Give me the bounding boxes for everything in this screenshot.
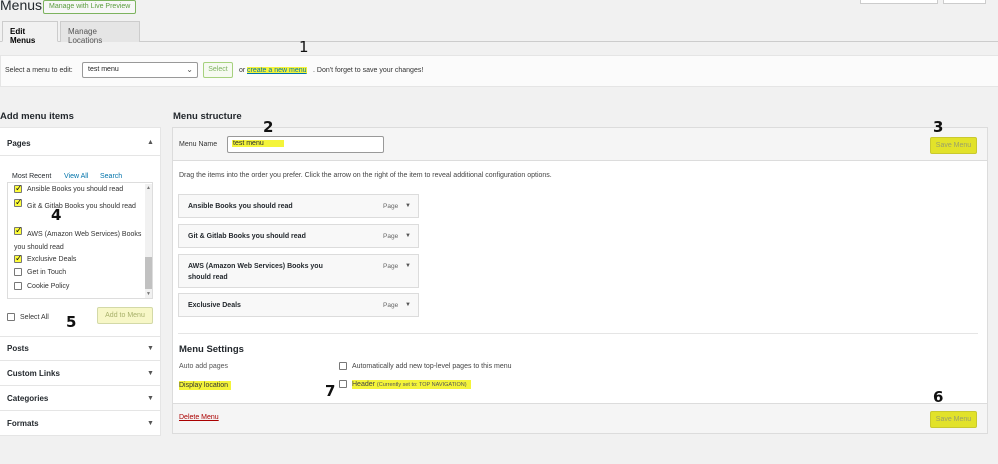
header-location-option: Header (Currently set to: TOP NAVIGATION…: [352, 380, 471, 389]
menu-item[interactable]: Ansible Books you should read Page ▼: [178, 194, 419, 218]
header-location-label: Header: [352, 381, 375, 388]
menu-settings-heading: Menu Settings: [179, 344, 244, 355]
expand-down-icon[interactable]: ▼: [147, 370, 154, 377]
help-button[interactable]: [943, 0, 986, 4]
display-location-label: Display location: [179, 381, 232, 390]
page-checkbox[interactable]: [14, 268, 22, 276]
menu-footer-bar: [172, 403, 988, 434]
menu-item-type: Page: [383, 302, 399, 309]
collapse-up-icon[interactable]: ▲: [147, 139, 154, 146]
annotation-marker: 6: [933, 388, 944, 406]
page-label: AWS (Amazon Web Services) Books you shou…: [14, 231, 142, 251]
scroll-down-icon[interactable]: ▼: [146, 291, 151, 297]
menu-name-input[interactable]: test menu: [227, 136, 384, 153]
page-checkbox[interactable]: [14, 282, 22, 290]
delete-menu-link[interactable]: Delete Menu: [179, 414, 219, 421]
selected-menu-value: test menu: [88, 66, 119, 73]
menu-item-title: AWS (Amazon Web Services) Books you shou…: [188, 263, 323, 281]
screen-options-button[interactable]: [860, 0, 938, 4]
header-location-checkbox[interactable]: [339, 380, 347, 388]
expand-down-icon[interactable]: ▼: [405, 302, 411, 308]
or-text: or: [239, 67, 246, 74]
menu-item[interactable]: AWS (Amazon Web Services) Books you shou…: [178, 254, 419, 288]
scrollbar-thumb[interactable]: [145, 257, 152, 289]
select-all-label: Select All: [20, 314, 49, 321]
page-label: Get in Touch: [27, 269, 67, 276]
page-label: Git & Gitlab Books you should read: [27, 203, 136, 210]
save-menu-button-top[interactable]: Save Menu: [930, 137, 977, 154]
select-menu-label: Select a menu to edit:: [5, 67, 73, 74]
add-menu-items-heading: Add menu items: [0, 111, 74, 122]
menu-item[interactable]: Git & Gitlab Books you should read Page …: [178, 224, 419, 248]
accordion-custom-links[interactable]: Custom Links: [7, 369, 60, 378]
menu-item-title: Git & Gitlab Books you should read: [188, 233, 306, 240]
save-reminder-text: . Don't forget to save your changes!: [313, 67, 424, 74]
expand-down-icon[interactable]: ▼: [147, 345, 154, 352]
auto-add-checkbox[interactable]: [339, 362, 347, 370]
expand-down-icon[interactable]: ▼: [147, 420, 154, 427]
create-new-menu-link[interactable]: create a new menu: [247, 67, 307, 74]
tab-search[interactable]: Search: [100, 173, 122, 180]
menu-select-dropdown[interactable]: test menu ⌄: [82, 62, 198, 78]
annotation-marker: 7: [325, 382, 336, 400]
divider: [178, 333, 978, 334]
expand-down-icon[interactable]: ▼: [147, 395, 154, 402]
tab-view-all[interactable]: View All: [64, 173, 88, 180]
menu-item-type: Page: [383, 233, 399, 240]
tab-most-recent[interactable]: Most Recent: [12, 173, 51, 180]
page-checkbox[interactable]: [14, 183, 23, 194]
annotation-marker: 5: [66, 313, 77, 331]
divider: [0, 336, 161, 337]
tabs-divider: [0, 41, 998, 42]
menu-name-label: Menu Name: [179, 141, 218, 148]
select-all-checkbox[interactable]: [7, 313, 15, 321]
page-label: Ansible Books you should read: [27, 186, 124, 193]
auto-add-text: Automatically add new top-level pages to…: [352, 363, 512, 370]
drag-instructions: Drag the items into the order you prefer…: [179, 172, 552, 179]
page-label: Cookie Policy: [27, 283, 70, 290]
menu-item-type: Page: [383, 263, 399, 270]
annotation-marker: 3: [933, 118, 944, 136]
scroll-up-icon[interactable]: ▲: [146, 185, 151, 191]
select-button[interactable]: Select: [203, 62, 233, 78]
annotation-marker: 2: [263, 118, 274, 136]
accordion-formats[interactable]: Formats: [7, 419, 39, 428]
menu-item-title: Exclusive Deals: [188, 302, 241, 309]
add-to-menu-button[interactable]: Add to Menu: [97, 307, 153, 324]
tab-edit-menus[interactable]: Edit Menus: [2, 21, 58, 45]
menu-item-title: Ansible Books you should read: [188, 203, 293, 210]
divider: [0, 410, 161, 411]
header-location-note: (Currently set to: TOP NAVIGATION): [376, 382, 467, 388]
auto-add-label: Auto add pages: [179, 363, 229, 370]
menu-item[interactable]: Exclusive Deals Page ▼: [178, 293, 419, 317]
chevron-down-icon: ⌄: [186, 65, 193, 74]
accordion-posts[interactable]: Posts: [7, 344, 29, 353]
divider: [0, 385, 161, 386]
tab-manage-locations[interactable]: Manage Locations: [60, 21, 140, 45]
expand-down-icon[interactable]: ▼: [405, 203, 411, 209]
save-menu-button-bottom[interactable]: Save Menu: [930, 411, 977, 428]
menu-structure-heading: Menu structure: [173, 111, 242, 122]
accordion-categories[interactable]: Categories: [7, 394, 48, 403]
page-checkbox[interactable]: [14, 253, 23, 264]
page-title: Menus: [0, 0, 43, 13]
annotation-marker: 4: [51, 206, 62, 224]
expand-down-icon[interactable]: ▼: [405, 233, 411, 239]
expand-down-icon[interactable]: ▼: [405, 263, 411, 269]
menu-item-type: Page: [383, 203, 399, 210]
manage-live-preview-button[interactable]: Manage with Live Preview: [43, 0, 137, 14]
divider: [0, 360, 161, 361]
accordion-pages[interactable]: Pages: [7, 139, 31, 148]
divider: [0, 155, 161, 156]
menu-name-value: test menu: [232, 140, 284, 147]
page-label: Exclusive Deals: [27, 256, 77, 263]
annotation-marker: 1: [299, 38, 309, 56]
